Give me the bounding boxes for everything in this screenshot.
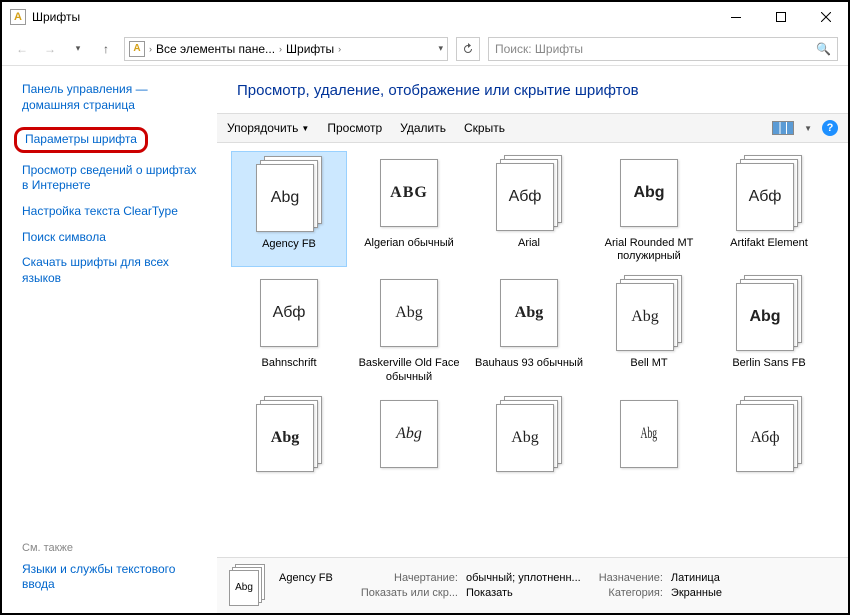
window-icon: A [10, 9, 26, 25]
font-item[interactable]: AbgAgency FB [231, 151, 347, 267]
chevron-right-icon: › [338, 44, 341, 54]
font-grid: AbgAgency FBABGAlgerian обычныйАбфArialA… [217, 143, 848, 557]
font-item[interactable]: АбфArtifakt Element [711, 151, 827, 267]
chevron-right-icon: › [149, 44, 152, 54]
font-item[interactable]: AbgBerlin Sans FB [711, 271, 827, 387]
maximize-button[interactable] [758, 2, 803, 32]
font-label: Arial Rounded MT полужирный [594, 237, 704, 263]
details-pane: Abg Agency FB Начертание: Показать или с… [217, 557, 848, 613]
details-font-name: Agency FB [279, 572, 333, 584]
up-button[interactable]: ↑ [96, 39, 116, 59]
sidebar-link-font-settings[interactable]: Параметры шрифта [14, 127, 148, 153]
details-category-value: Экранные [671, 587, 722, 599]
toolbar-delete[interactable]: Удалить [400, 121, 446, 135]
details-thumbnail: Abg [227, 564, 267, 608]
sidebar-link-cleartype[interactable]: Настройка текста ClearType [22, 204, 178, 220]
toolbar-organize[interactable]: Упорядочить ▼ [227, 121, 309, 135]
help-icon[interactable]: ? [822, 120, 838, 136]
search-icon: 🔍 [816, 42, 831, 56]
content-area: Просмотр, удаление, отображение или скры… [217, 66, 848, 613]
font-item[interactable]: AbgArial Rounded MT полужирный [591, 151, 707, 267]
back-button[interactable]: ← [12, 39, 32, 59]
details-style-label: Начертание: [361, 572, 458, 584]
font-label: Arial [518, 237, 540, 250]
font-item[interactable]: Abg [231, 392, 347, 482]
font-item[interactable]: Abg [591, 392, 707, 482]
details-category-label: Категория: [599, 587, 663, 599]
recent-dropdown[interactable]: ▾ [68, 39, 88, 59]
minimize-button[interactable] [713, 2, 758, 32]
address-bar[interactable]: A › Все элементы пане... › Шрифты › ▾ [124, 37, 448, 61]
sidebar: Панель управления — домашняя страница Па… [2, 66, 217, 613]
see-also-link-text-services[interactable]: Языки и службы текстового ввода [22, 562, 204, 593]
font-label: Artifakt Element [730, 237, 808, 250]
font-label: Algerian обычный [364, 237, 454, 250]
font-label: Bahnschrift [261, 357, 316, 370]
font-item[interactable]: AbgBaskerville Old Face обычный [351, 271, 467, 387]
details-show-value: Показать [466, 587, 581, 599]
toolbar-preview[interactable]: Просмотр [327, 121, 382, 135]
sidebar-link-font-info-online[interactable]: Просмотр сведений о шрифтах в Интернете [22, 163, 204, 194]
font-item[interactable]: Abg [471, 392, 587, 482]
font-item[interactable]: AbgBell MT [591, 271, 707, 387]
font-label: Bauhaus 93 обычный [475, 357, 583, 370]
view-options-icon[interactable] [772, 121, 794, 135]
toolbar: Упорядочить ▼ Просмотр Удалить Скрыть ▼ … [217, 113, 848, 143]
details-designed-value: Латиница [671, 572, 722, 584]
breadcrumb-2[interactable]: Шрифты [286, 42, 334, 56]
font-item[interactable]: ABGAlgerian обычный [351, 151, 467, 267]
details-designed-label: Назначение: [599, 572, 663, 584]
details-style-value: обычный; уплотненн... [466, 572, 581, 584]
close-button[interactable] [803, 2, 848, 32]
see-also-label: См. также [22, 542, 204, 554]
window-title: Шрифты [32, 10, 713, 24]
toolbar-hide[interactable]: Скрыть [464, 121, 505, 135]
font-label: Baskerville Old Face обычный [354, 357, 464, 383]
font-item[interactable]: Абф [711, 392, 827, 482]
font-item[interactable]: АбфBahnschrift [231, 271, 347, 387]
chevron-right-icon: › [279, 44, 282, 54]
font-item[interactable]: AbgBauhaus 93 обычный [471, 271, 587, 387]
forward-button[interactable]: → [40, 39, 60, 59]
font-label: Berlin Sans FB [732, 357, 805, 370]
breadcrumb-1[interactable]: Все элементы пане... [156, 42, 275, 56]
sidebar-link-download-fonts[interactable]: Скачать шрифты для всех языков [22, 255, 204, 286]
font-item[interactable]: АбфArial [471, 151, 587, 267]
font-item[interactable]: Abg [351, 392, 467, 482]
titlebar: A Шрифты [2, 2, 848, 32]
refresh-button[interactable] [456, 37, 480, 61]
view-dropdown[interactable]: ▼ [804, 124, 812, 133]
address-icon: A [129, 41, 145, 57]
sidebar-link-find-character[interactable]: Поиск символа [22, 230, 106, 246]
navbar: ← → ▾ ↑ A › Все элементы пане... › Шрифт… [2, 32, 848, 66]
details-show-label: Показать или скр... [361, 587, 458, 599]
page-heading: Просмотр, удаление, отображение или скры… [217, 66, 848, 113]
search-input[interactable]: Поиск: Шрифты 🔍 [488, 37, 838, 61]
search-placeholder: Поиск: Шрифты [495, 42, 583, 56]
control-panel-home-link[interactable]: Панель управления — домашняя страница [22, 82, 204, 113]
font-label: Bell MT [630, 357, 667, 370]
font-label: Agency FB [262, 238, 316, 251]
address-dropdown[interactable]: ▾ [438, 43, 443, 54]
